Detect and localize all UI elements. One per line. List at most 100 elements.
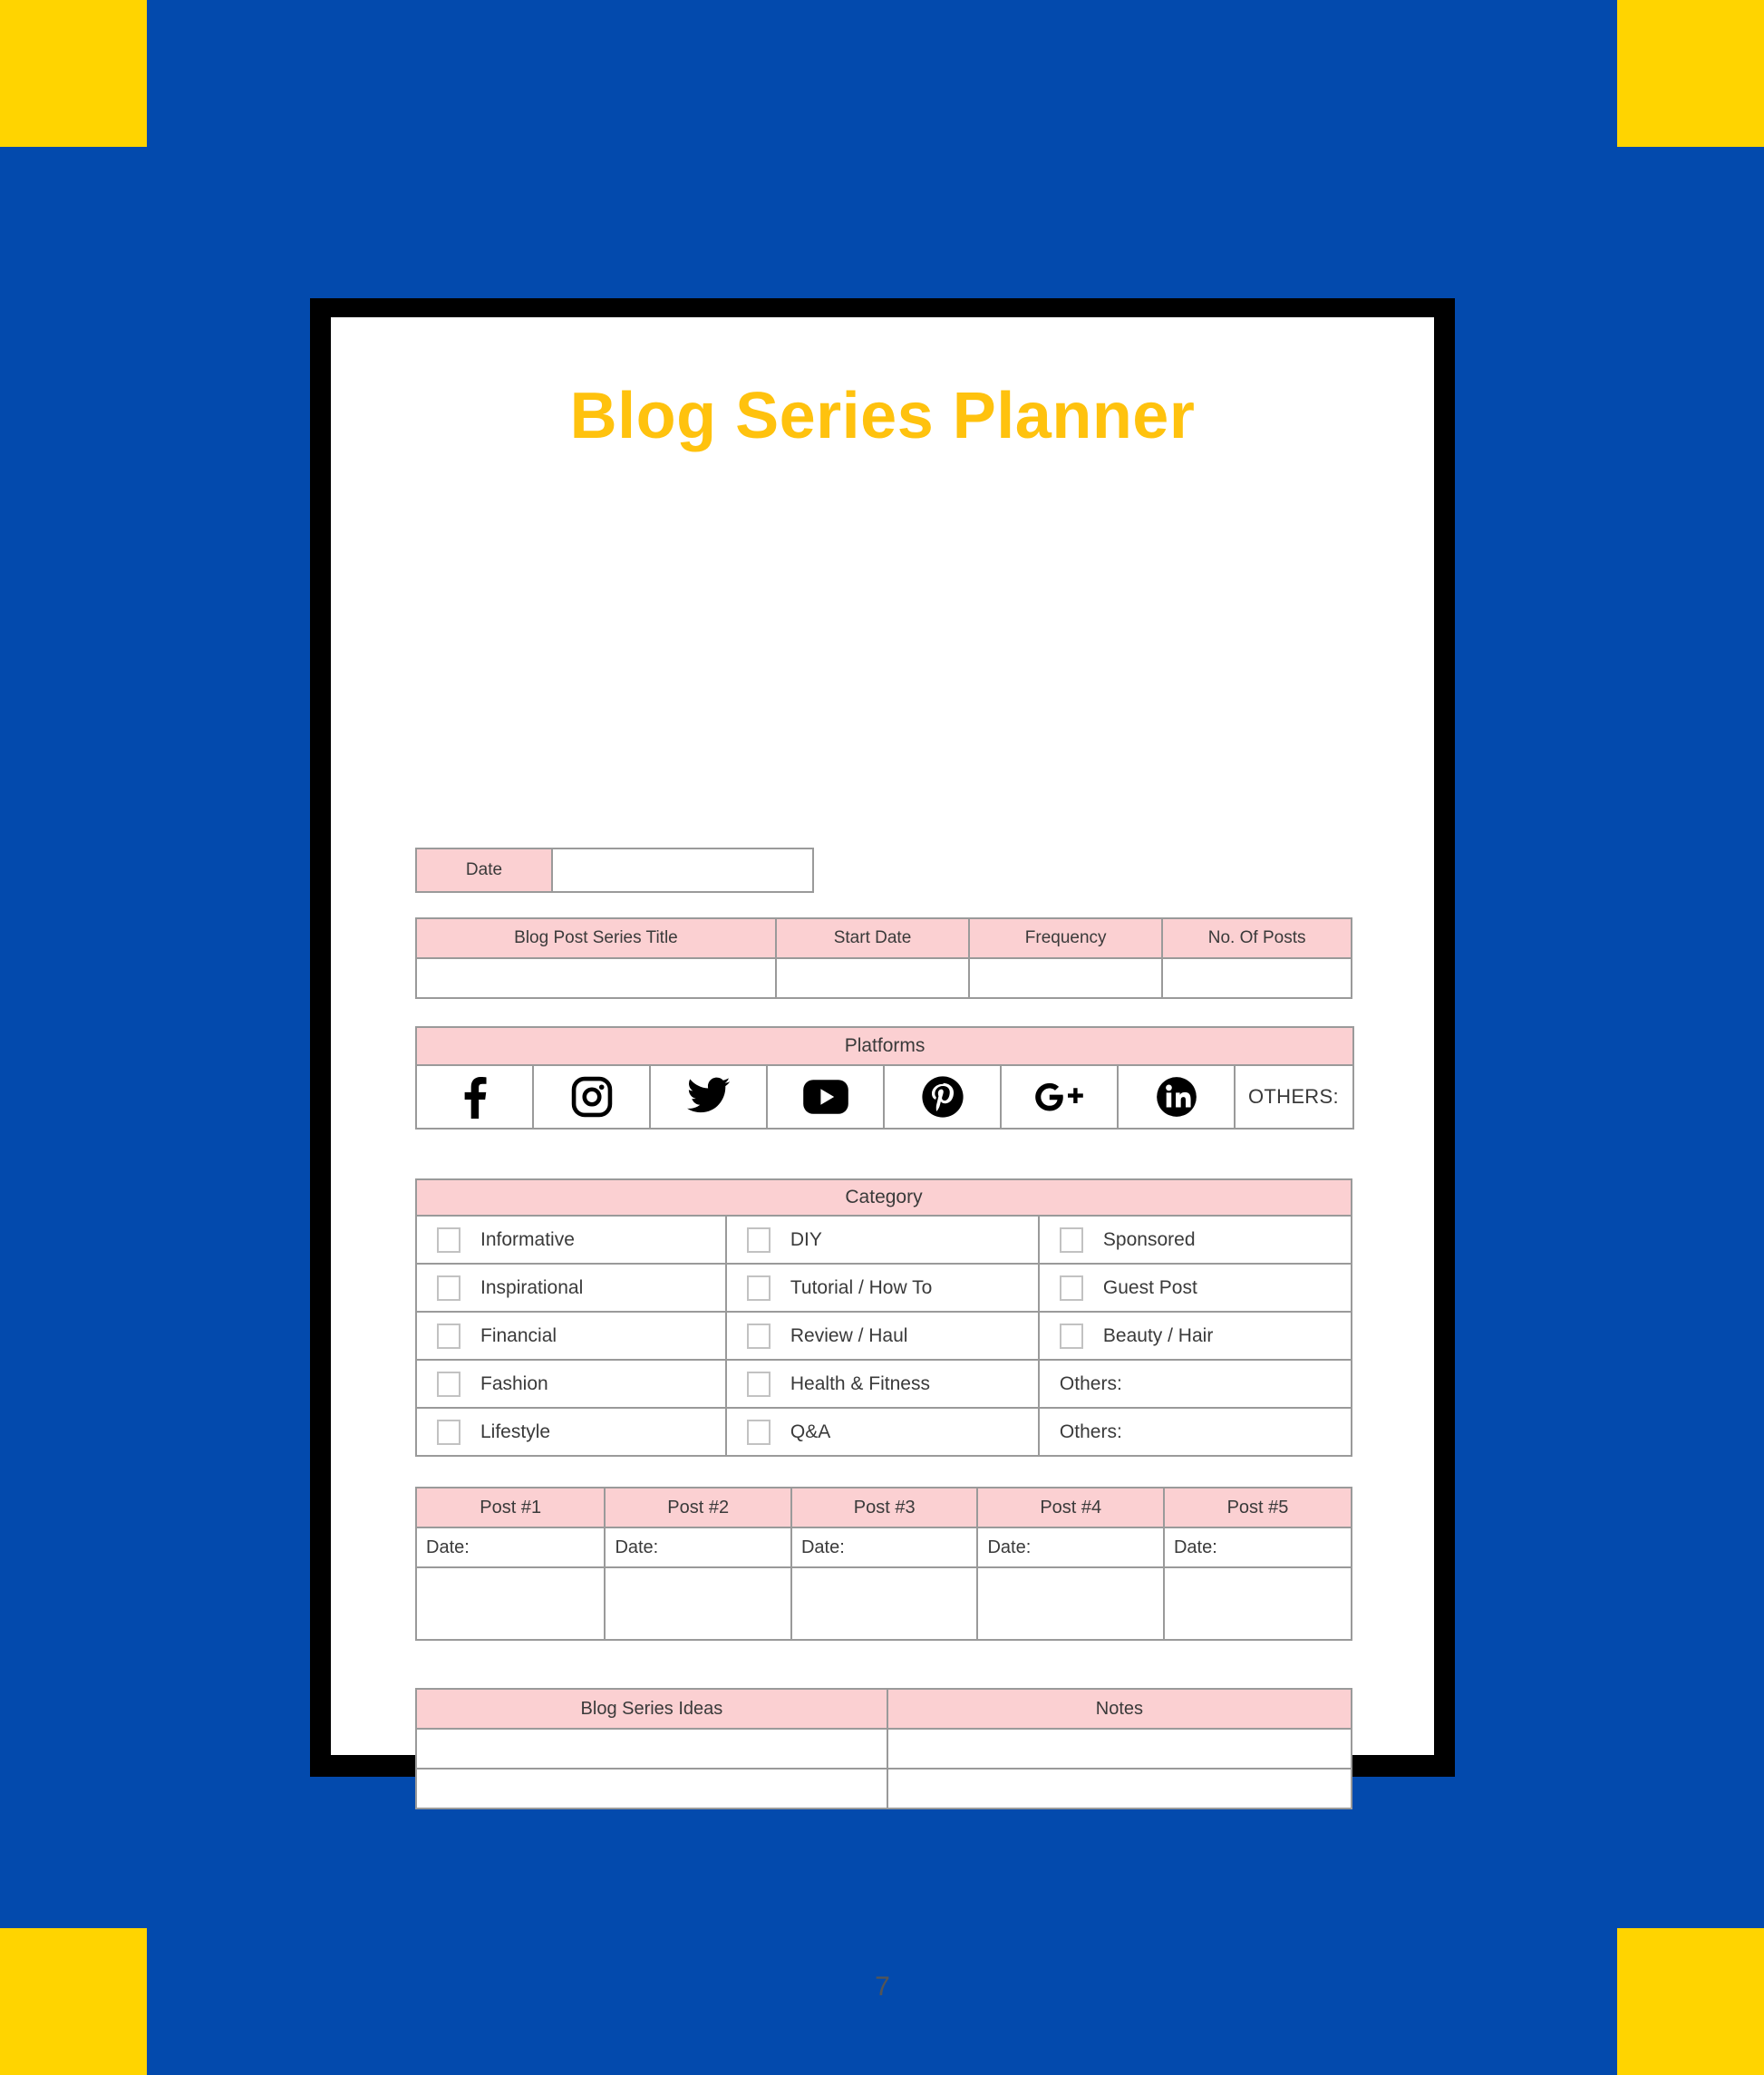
table-header-row: Blog Series Ideas Notes [415,1688,1353,1730]
table-row: Financial Review / Haul Beauty / Hair [415,1311,1353,1361]
table-row [414,1566,1353,1641]
table-row: Lifestyle Q&A Others: [415,1407,1353,1457]
checkbox-financial[interactable] [437,1323,460,1349]
googleplus-icon [1003,1079,1116,1115]
post-body-1[interactable] [414,1566,606,1641]
platforms-table: Platforms OTHERS: [414,1026,1355,1130]
checkbox-qa[interactable] [746,1419,771,1445]
corner-fill-top-left [0,0,147,147]
category-cell-others-2[interactable]: Others: [1037,1407,1353,1457]
checkbox-fashion[interactable] [437,1371,460,1397]
checkbox-informative[interactable] [437,1227,460,1253]
series-header-no-of-posts: No. Of Posts [1161,917,1352,959]
twitter-icon [652,1077,765,1117]
checkbox-tutorial-how-to[interactable] [746,1275,771,1301]
checkbox-inspirational[interactable] [437,1275,460,1301]
category-cell-informative[interactable]: Informative [415,1215,727,1265]
category-others-label: Others: [1059,1421,1122,1442]
ideas-input-2[interactable] [415,1768,888,1809]
category-cell-others-1[interactable]: Others: [1037,1359,1353,1409]
table-row: Date: Date: Date: Date: Date: [414,1527,1353,1568]
ideas-header: Blog Series Ideas [415,1688,888,1730]
table-header-row: Blog Post Series Title Start Date Freque… [415,917,1352,959]
category-label: Guest Post [1102,1276,1197,1298]
category-cell-health-fitness[interactable]: Health & Fitness [724,1359,1040,1409]
series-input-no-of-posts[interactable] [1161,957,1352,999]
category-table: Category Informative DIY Sponsored Inspi… [415,1178,1353,1457]
post-body-4[interactable] [976,1566,1165,1641]
table-row: Informative DIY Sponsored [415,1215,1353,1265]
series-header-start-date: Start Date [774,917,971,959]
category-cell-tutorial-how-to[interactable]: Tutorial / How To [724,1263,1040,1313]
category-cell-financial[interactable]: Financial [415,1311,727,1361]
table-header-row: Post #1 Post #2 Post #3 Post #4 Post #5 [414,1487,1353,1528]
series-input-title[interactable] [415,957,777,999]
platform-cell-instagram[interactable] [532,1064,651,1130]
post-body-2[interactable] [604,1566,792,1641]
notes-input-2[interactable] [886,1768,1353,1809]
series-table: Blog Post Series Title Start Date Freque… [415,917,1352,999]
category-label: Q&A [790,1421,831,1442]
post-header-5: Post #5 [1162,1487,1353,1528]
platform-cell-google-plus[interactable] [1000,1064,1119,1130]
post-header-2: Post #2 [604,1487,792,1528]
notes-input-1[interactable] [886,1728,1353,1770]
ideas-input-1[interactable] [415,1728,888,1770]
checkbox-sponsored[interactable] [1059,1227,1083,1253]
post-date-2[interactable]: Date: [604,1527,792,1568]
category-cell-fashion[interactable]: Fashion [415,1359,727,1409]
platform-cell-facebook[interactable] [415,1064,534,1130]
platform-cell-youtube[interactable] [766,1064,885,1130]
checkbox-guest-post[interactable] [1059,1275,1083,1301]
post-body-3[interactable] [790,1566,979,1641]
table-row [415,1768,1353,1809]
series-header-title: Blog Post Series Title [415,917,777,959]
post-body-5[interactable] [1162,1566,1353,1641]
post-header-4: Post #4 [976,1487,1165,1528]
category-cell-inspirational[interactable]: Inspirational [415,1263,727,1313]
ideas-notes-table: Blog Series Ideas Notes [415,1688,1353,1809]
checkbox-review-haul[interactable] [746,1323,771,1349]
poster-canvas: Blog Series Planner Date Blog Post Serie… [0,0,1764,2075]
series-header-frequency: Frequency [968,917,1164,959]
table-row: Date [415,848,814,893]
post-header-3: Post #3 [790,1487,979,1528]
platforms-header: Platforms [414,1026,1355,1066]
category-label: Tutorial / How To [790,1276,933,1298]
category-label: Lifestyle [480,1421,551,1442]
category-cell-diy[interactable]: DIY [724,1215,1040,1265]
date-label-cell: Date [415,848,553,893]
category-label: DIY [790,1228,822,1250]
table-header-row: Category [415,1178,1352,1217]
category-label: Fashion [480,1372,548,1394]
category-cell-qa[interactable]: Q&A [724,1407,1040,1457]
platform-cell-linkedin[interactable] [1117,1064,1236,1130]
category-cell-sponsored[interactable]: Sponsored [1037,1215,1353,1265]
table-row [415,957,1352,999]
post-date-3[interactable]: Date: [790,1527,979,1568]
checkbox-beauty-hair[interactable] [1059,1323,1083,1349]
post-date-5[interactable]: Date: [1162,1527,1353,1568]
date-table: Date [415,848,814,893]
category-cell-lifestyle[interactable]: Lifestyle [415,1407,727,1457]
category-cell-review-haul[interactable]: Review / Haul [724,1311,1040,1361]
category-cell-guest-post[interactable]: Guest Post [1037,1263,1353,1313]
posts-table: Post #1 Post #2 Post #3 Post #4 Post #5 … [414,1487,1353,1641]
checkbox-health-fitness[interactable] [746,1371,771,1397]
platform-cell-twitter[interactable] [649,1064,768,1130]
platform-others-input[interactable]: OTHERS: [1233,1064,1355,1130]
table-header-row: Platforms [414,1026,1355,1066]
post-date-4[interactable]: Date: [976,1527,1165,1568]
youtube-icon [769,1079,882,1115]
platform-cell-pinterest[interactable] [883,1064,1002,1130]
table-row: OTHERS: [415,1064,1355,1130]
checkbox-diy[interactable] [746,1227,771,1253]
post-date-1[interactable]: Date: [414,1527,606,1568]
corner-fill-bottom-left [0,1928,147,2075]
checkbox-lifestyle[interactable] [437,1419,460,1445]
date-input-cell[interactable] [551,848,814,893]
category-cell-beauty-hair[interactable]: Beauty / Hair [1037,1311,1353,1361]
category-label: Informative [480,1228,575,1250]
series-input-start-date[interactable] [774,957,971,999]
series-input-frequency[interactable] [968,957,1164,999]
